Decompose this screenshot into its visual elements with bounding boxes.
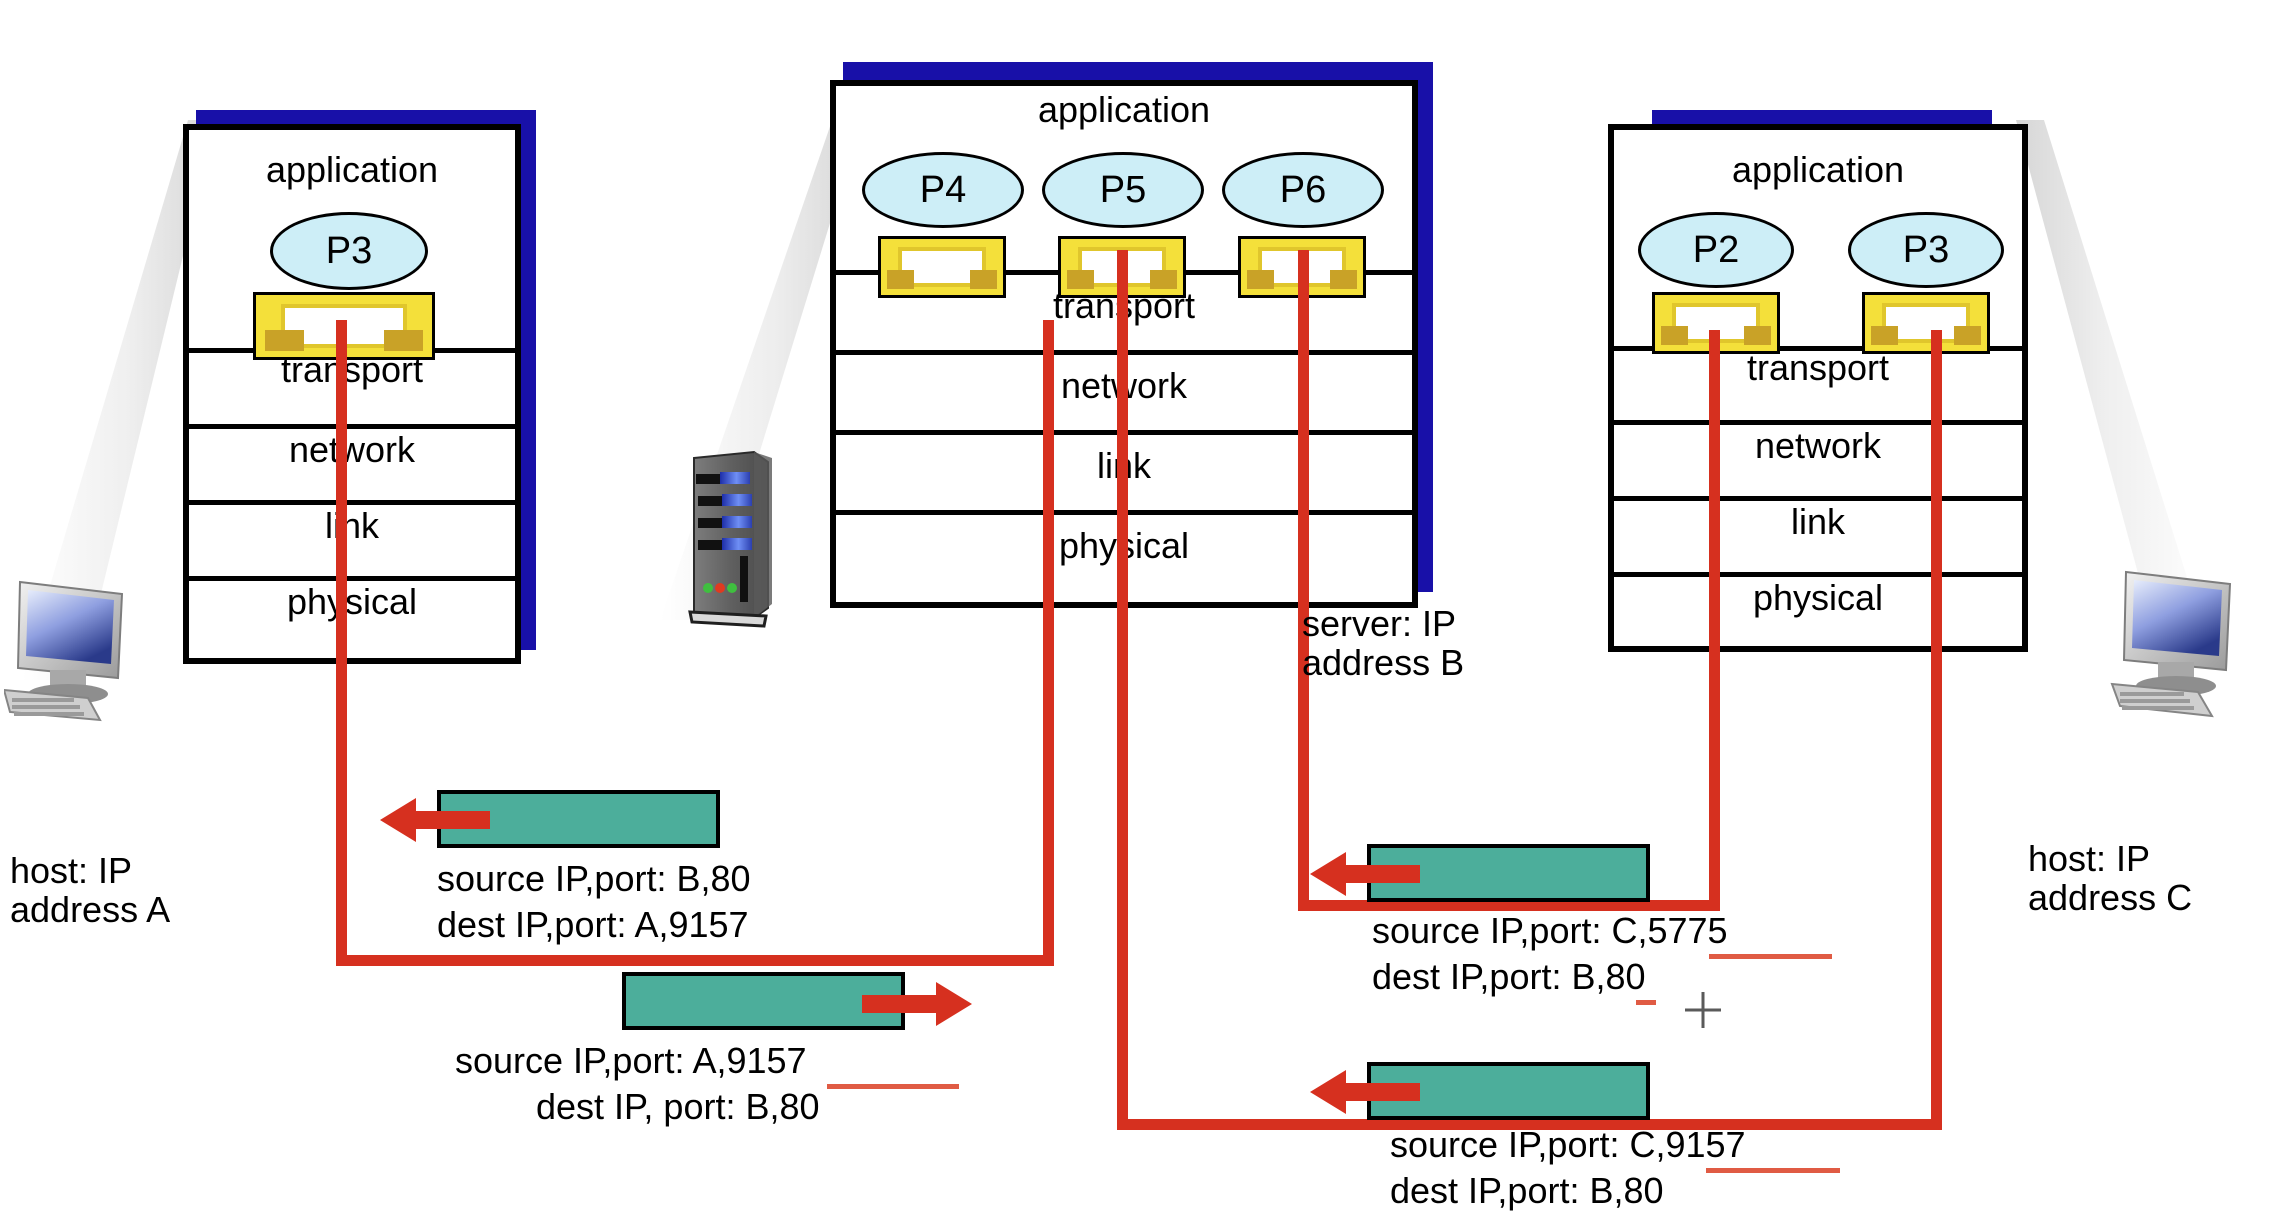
process-ellipse-p4[interactable]: P4 xyxy=(862,152,1024,228)
process-label: P3 xyxy=(1902,228,1950,271)
flow-line-c-p2-vertical-at-host xyxy=(1709,330,1720,910)
packet-label-c9157-to-b80: source IP,port: C,9157 xyxy=(1390,1124,1746,1165)
flow-line-a-vertical xyxy=(336,320,347,965)
flow-line-a-to-server-vertical xyxy=(1043,320,1054,965)
packet-label-c5775-to-b80: source IP,port: C,5775 xyxy=(1372,910,1728,951)
layer-label-application: application xyxy=(1731,149,1905,190)
layer-label-network: network xyxy=(288,429,416,470)
packet-arrow-left xyxy=(380,798,490,842)
socket-server-b-p4[interactable] xyxy=(878,236,1006,298)
packet-label-a9157-to-b80: source IP,port: A,9157 xyxy=(455,1040,807,1081)
flow-line-a-horizontal xyxy=(336,955,1054,966)
packet-dest-line: dest IP,port: A,9157 xyxy=(437,904,749,945)
socket-pin-left xyxy=(1871,325,1898,345)
socket-pin-right xyxy=(1150,269,1177,289)
process-label: P6 xyxy=(1279,168,1327,211)
packet-label-b80-to-a9157: source IP,port: B,80 xyxy=(437,858,751,899)
packet-source-underline xyxy=(827,1084,959,1089)
packet-source-underline xyxy=(1706,1168,1840,1173)
flow-line-c-p3-vertical-at-host xyxy=(1931,330,1942,1125)
server-b-role-label: server: IP address B xyxy=(1302,603,1465,683)
packet-source-line: source IP,port: A,9157 xyxy=(455,1040,807,1081)
socket-pin-right xyxy=(1330,269,1357,289)
layer-label-network: network xyxy=(1754,425,1882,466)
host-a-role-label: host: IP address A xyxy=(10,850,171,930)
packet-source-line: source IP,port: C,5775 xyxy=(1372,910,1728,951)
packet-arrow-left xyxy=(1310,852,1420,896)
diagram-canvas: application transport network link physi… xyxy=(0,0,2288,1216)
socket-pin-right xyxy=(1954,325,1981,345)
layer-label-link: link xyxy=(1790,501,1846,542)
packet-dest-line: dest IP,port: B,80 xyxy=(1390,1170,1664,1211)
layer-label-link: link xyxy=(324,505,380,546)
flow-line-c-p3-vertical-at-server xyxy=(1117,250,1128,1130)
packet-arrow-right xyxy=(862,982,972,1026)
socket-pin-left xyxy=(887,269,914,289)
process-ellipse-p3[interactable]: P3 xyxy=(1848,212,2004,288)
packet-dest-line: dest IP,port: B,80 xyxy=(1372,956,1646,997)
process-ellipse-p5[interactable]: P5 xyxy=(1042,152,1204,228)
process-label: P4 xyxy=(919,168,967,211)
socket-pin-left xyxy=(1661,325,1688,345)
socket-host-c-p3[interactable] xyxy=(1862,292,1990,354)
process-ellipse-p6[interactable]: P6 xyxy=(1222,152,1384,228)
packet-dest-underline-tick xyxy=(1636,1000,1656,1005)
socket-pin-left xyxy=(1067,269,1094,289)
socket-pin-left xyxy=(264,329,304,351)
socket-pin-right xyxy=(970,269,997,289)
host-c-role-label: host: IP address C xyxy=(2028,838,2193,918)
layer-label-transport: transport xyxy=(1746,347,1890,388)
flow-line-c-p2-vertical-at-server xyxy=(1298,250,1309,910)
packet-dest-line: dest IP, port: B,80 xyxy=(536,1086,820,1127)
process-label: P2 xyxy=(1692,228,1740,271)
desktop-computer-icon-host-a xyxy=(2,572,144,737)
layer-label-application: application xyxy=(1037,89,1211,130)
desktop-computer-icon-host-c xyxy=(2108,560,2258,735)
packet-source-underline xyxy=(1709,954,1832,959)
packet-arrow-left xyxy=(1310,1070,1420,1114)
packet-source-line: source IP,port: B,80 xyxy=(437,858,751,899)
process-ellipse-p3[interactable]: P3 xyxy=(270,212,428,290)
packet-dest-b80-to-a9157: dest IP,port: A,9157 xyxy=(437,904,749,945)
layer-label-application: application xyxy=(265,149,439,190)
process-label: P5 xyxy=(1099,168,1147,211)
packet-source-line: source IP,port: C,9157 xyxy=(1390,1124,1746,1165)
socket-pin-left xyxy=(1247,269,1274,289)
packet-dest-c9157-to-b80: dest IP,port: B,80 xyxy=(1390,1170,1664,1211)
process-ellipse-p2[interactable]: P2 xyxy=(1638,212,1794,288)
crosshair-cursor xyxy=(1685,992,1721,1028)
layer-label-physical: physical xyxy=(286,581,418,622)
socket-pin-right xyxy=(384,329,424,351)
layer-label-physical: physical xyxy=(1752,577,1884,618)
socket-pin-right xyxy=(1744,325,1771,345)
packet-dest-c5775-to-b80: dest IP,port: B,80 xyxy=(1372,956,1646,997)
process-label: P3 xyxy=(325,229,373,272)
server-tower-icon-server-b xyxy=(676,448,796,653)
packet-dest-a9157-to-b80: dest IP, port: B,80 xyxy=(536,1086,820,1127)
